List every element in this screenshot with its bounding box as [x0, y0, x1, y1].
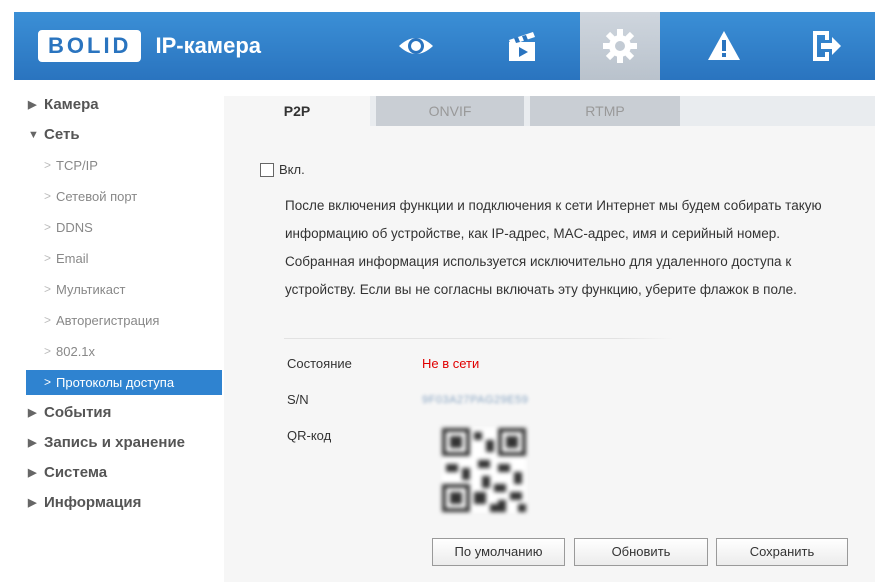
- sidebar-item-auto-registration[interactable]: > Авторегистрация: [14, 305, 222, 336]
- sidebar-item-label: Авторегистрация: [56, 313, 160, 328]
- p2p-description: После включения функции и подключения к …: [285, 198, 822, 297]
- sidebar-group-network[interactable]: ▼ Сеть: [14, 120, 222, 150]
- sidebar-item-label: Сетевой порт: [56, 189, 138, 204]
- sidebar-item-label: TCP/IP: [56, 158, 98, 173]
- top-header: BOLID IP-камера: [14, 12, 875, 80]
- sidebar-group-events[interactable]: ▶ События: [14, 398, 222, 428]
- nav-settings[interactable]: [580, 12, 660, 80]
- sidebar-item-email[interactable]: > Email: [14, 243, 222, 274]
- refresh-button[interactable]: Обновить: [574, 538, 708, 566]
- chevron-right-icon: >: [44, 375, 52, 389]
- tab-p2p[interactable]: P2P: [224, 96, 370, 126]
- sidebar-item-label: 802.1x: [56, 344, 96, 359]
- sidebar-item-label: DDNS: [56, 220, 93, 235]
- sidebar-group-storage[interactable]: ▶ Запись и хранение: [14, 428, 222, 458]
- tab-rtmp[interactable]: RTMP: [530, 96, 680, 126]
- sidebar-group-camera[interactable]: ▶ Камера: [14, 90, 222, 120]
- gear-icon: [603, 29, 637, 63]
- chevron-right-icon: >: [44, 189, 52, 203]
- enable-row: Вкл.: [260, 162, 305, 177]
- default-button[interactable]: По умолчанию: [432, 538, 565, 566]
- tab-onvif[interactable]: ONVIF: [376, 96, 524, 126]
- sidebar-group-label: Система: [44, 464, 108, 481]
- status-label: Состояние: [287, 356, 352, 371]
- sidebar-group-label: События: [44, 404, 112, 421]
- sn-label: S/N: [287, 392, 309, 407]
- triangle-right-icon: ▶: [28, 99, 37, 111]
- sidebar-item-label: Протоколы доступа: [56, 375, 175, 390]
- enable-checkbox[interactable]: [260, 162, 274, 177]
- logo-title: IP-камера: [155, 33, 261, 58]
- nav-playback[interactable]: [482, 12, 562, 80]
- content-panel: P2P ONVIF RTMP Вкл. После включения функ…: [224, 96, 875, 582]
- sidebar-item-8021x[interactable]: > 802.1x: [14, 336, 222, 367]
- tab-bar: P2P ONVIF RTMP: [224, 96, 875, 126]
- warning-icon: [708, 31, 740, 60]
- chevron-right-icon: >: [44, 313, 52, 327]
- triangle-right-icon: ▶: [28, 407, 37, 419]
- sidebar-group-label: Камера: [44, 96, 99, 113]
- sidebar-group-system[interactable]: ▶ Система: [14, 458, 222, 488]
- logo-brand: BOLID: [38, 30, 142, 62]
- chevron-right-icon: >: [44, 251, 52, 265]
- nav-live-view[interactable]: [376, 12, 456, 80]
- sidebar-item-access-protocols[interactable]: > Протоколы доступа: [26, 370, 222, 395]
- sidebar-group-label: Сеть: [44, 126, 80, 143]
- nav-logout[interactable]: [784, 12, 864, 80]
- sidebar-item-ddns[interactable]: > DDNS: [14, 212, 222, 243]
- sidebar-item-label: Мультикаст: [56, 282, 126, 297]
- clapperboard-icon: [509, 32, 535, 61]
- triangle-right-icon: ▶: [28, 437, 37, 449]
- divider: [284, 338, 674, 339]
- sidebar-item-multicast[interactable]: > Мультикаст: [14, 274, 222, 305]
- sidebar-group-label: Запись и хранение: [44, 434, 186, 451]
- triangle-down-icon: ▼: [28, 129, 39, 141]
- sidebar-group-info[interactable]: ▶ Информация: [14, 488, 222, 518]
- sidebar: ▶ Камера ▼ Сеть > TCP/IP > Сетевой порт …: [14, 90, 222, 570]
- chevron-right-icon: >: [44, 158, 52, 172]
- sidebar-item-network-port[interactable]: > Сетевой порт: [14, 181, 222, 212]
- qr-label: QR-код: [287, 428, 332, 443]
- sidebar-item-tcpip[interactable]: > TCP/IP: [14, 150, 222, 181]
- logout-icon: [813, 31, 841, 61]
- triangle-right-icon: ▶: [28, 467, 37, 479]
- chevron-right-icon: >: [44, 220, 52, 234]
- save-button[interactable]: Сохранить: [716, 538, 848, 566]
- sn-value: 9F03A27PAG29E59: [422, 394, 529, 406]
- qr-code-image: [442, 428, 526, 512]
- status-value: Не в сети: [422, 356, 480, 371]
- chevron-right-icon: >: [44, 282, 52, 296]
- nav-alarm[interactable]: [684, 12, 764, 80]
- enable-label: Вкл.: [279, 162, 305, 177]
- sidebar-group-label: Информация: [44, 494, 142, 511]
- chevron-right-icon: >: [44, 344, 52, 358]
- logo: BOLID IP-камера: [38, 30, 261, 62]
- eye-icon: [399, 38, 433, 54]
- sidebar-item-label: Email: [56, 251, 89, 266]
- triangle-right-icon: ▶: [28, 497, 37, 509]
